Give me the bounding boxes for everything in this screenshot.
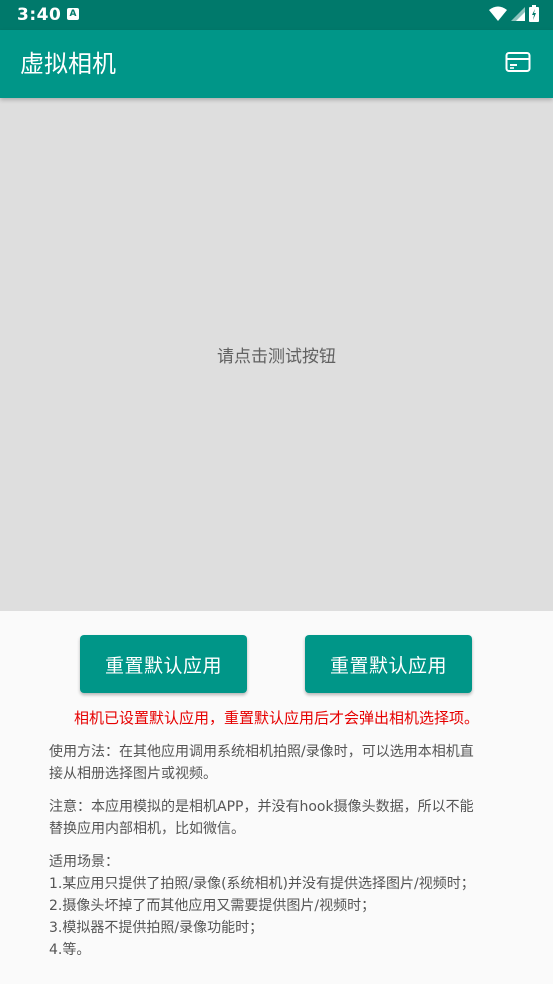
battery-icon bbox=[529, 4, 539, 26]
scenario-item: 1.某应用只提供了拍照/录像(系统相机)并没有提供选择图片/视频时； bbox=[49, 876, 475, 892]
note-line: 替换应用内部相机，比如微信。 bbox=[49, 821, 245, 837]
usage-paragraph: 使用方法：在其他应用调用系统相机拍照/录像时，可以选用本相机直 接从相册选择图片… bbox=[49, 741, 509, 785]
scenarios-heading: 适用场景： bbox=[49, 854, 119, 870]
scenarios-paragraph: 适用场景： 1.某应用只提供了拍照/录像(系统相机)并没有提供选择图片/视频时；… bbox=[49, 851, 509, 961]
preview-hint: 请点击测试按钮 bbox=[217, 347, 336, 367]
card-button[interactable] bbox=[505, 52, 531, 76]
cell-signal-icon bbox=[511, 6, 525, 25]
note-paragraph: 注意：本应用模拟的是相机APP，并没有hook摄像头数据，所以不能 替换应用内部… bbox=[49, 796, 509, 840]
note-line: 注意：本应用模拟的是相机APP，并没有hook摄像头数据，所以不能 bbox=[49, 799, 474, 815]
scenario-item: 3.模拟器不提供拍照/录像功能时； bbox=[49, 920, 264, 936]
reset-default-app-button-left[interactable]: 重置默认应用 bbox=[80, 635, 247, 693]
status-bar: 3:40 A bbox=[0, 0, 553, 30]
scenario-item: 2.摄像头坏掉了而其他应用又需要提供图片/视频时； bbox=[49, 898, 376, 914]
default-app-warning: 相机已设置默认应用，重置默认应用后才会弹出相机选择项。 bbox=[73, 709, 479, 727]
scenario-item: 4.等。 bbox=[49, 942, 91, 958]
usage-line: 接从相册选择图片或视频。 bbox=[49, 766, 217, 782]
reset-default-app-button-right[interactable]: 重置默认应用 bbox=[305, 635, 472, 693]
status-icons bbox=[489, 4, 539, 26]
card-icon bbox=[505, 51, 531, 77]
notification-a-icon: A bbox=[67, 8, 79, 20]
button-row: 重置默认应用 重置默认应用 bbox=[0, 635, 553, 695]
usage-line: 使用方法：在其他应用调用系统相机拍照/录像时，可以选用本相机直 bbox=[49, 744, 474, 760]
status-time: 3:40 bbox=[17, 5, 62, 25]
app-title: 虚拟相机 bbox=[20, 50, 116, 78]
wifi-icon bbox=[489, 6, 507, 25]
app-bar: 虚拟相机 bbox=[0, 30, 553, 98]
camera-preview: 请点击测试按钮 bbox=[0, 98, 553, 611]
